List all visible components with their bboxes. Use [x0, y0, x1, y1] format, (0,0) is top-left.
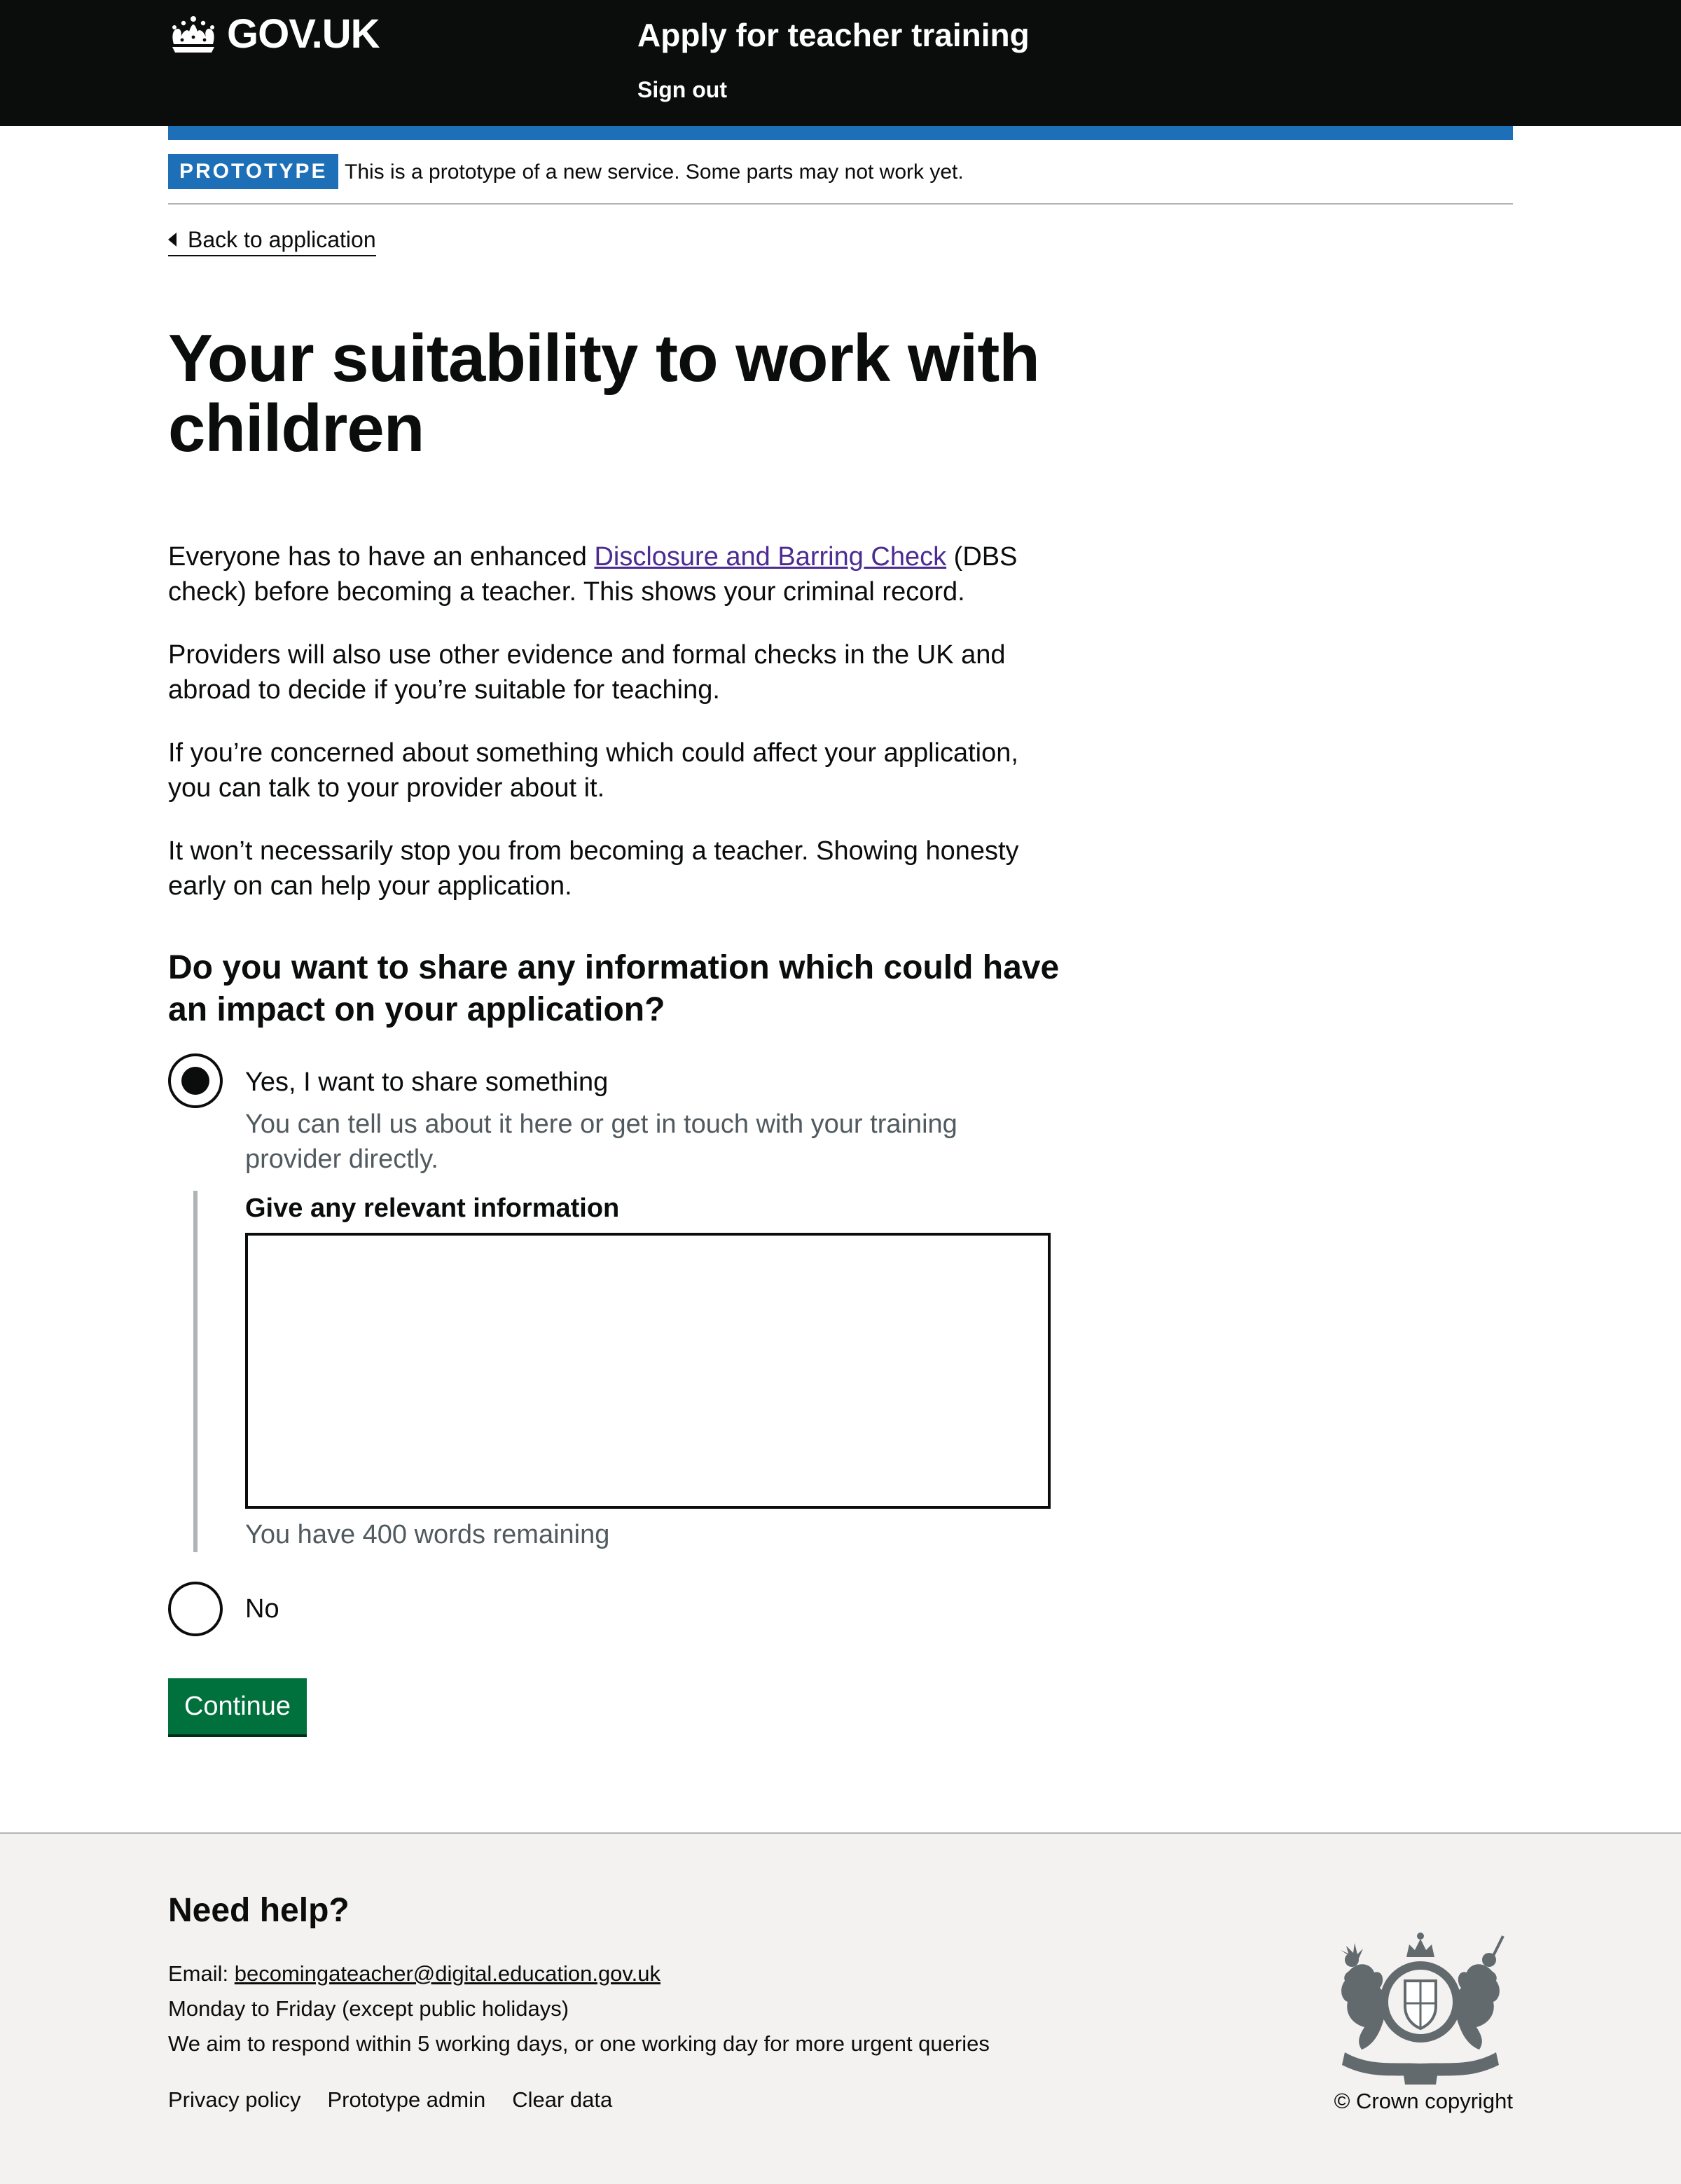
footer-email-label: Email: — [168, 1961, 235, 1986]
phase-banner-text: This is a prototype of a new service. So… — [345, 160, 964, 184]
prototype-admin-link[interactable]: Prototype admin — [328, 2086, 486, 2114]
back-link[interactable]: Back to application — [168, 224, 376, 256]
radio-yes[interactable] — [168, 1053, 223, 1108]
radio-no[interactable] — [168, 1582, 223, 1636]
question-legend: Do you want to share any information whi… — [168, 949, 1060, 1028]
intro-p1-before: Everyone has to have an enhanced — [168, 542, 595, 572]
footer-email-line: Email: becomingateacher@digital.educatio… — [168, 1960, 660, 1988]
clear-data-link[interactable]: Clear data — [512, 2086, 612, 2114]
phase-banner: PROTOTYPE This is a prototype of a new s… — [168, 154, 1513, 205]
conditional-reveal-border — [193, 1191, 198, 1552]
sign-out-link[interactable]: Sign out — [637, 76, 727, 104]
crown-copyright-link[interactable]: © Crown copyright — [1334, 2087, 1513, 2115]
chevron-left-icon — [168, 233, 177, 247]
intro-paragraph-honesty: It won’t necessarily stop you from becom… — [168, 836, 1019, 901]
intro-paragraph-concerns: If you’re concerned about something whic… — [168, 738, 1018, 803]
intro-paragraph-dbs: Everyone has to have an enhanced Disclos… — [168, 539, 1065, 609]
logo-text: GOV.UK — [227, 11, 380, 57]
back-link-label: Back to application — [188, 227, 376, 252]
royal-coat-of-arms-icon — [1341, 1933, 1504, 2085]
service-name-link[interactable]: Apply for teacher training — [637, 13, 1030, 57]
crown-icon — [172, 16, 214, 53]
radio-yes-hint: You can tell us about it here or get in … — [245, 1110, 957, 1174]
page-title: Your suitability to work with children — [168, 321, 1040, 466]
radio-yes-selected-dot — [181, 1067, 209, 1095]
radio-no-label[interactable]: No — [245, 1591, 279, 1626]
footer-links: Privacy policy Prototype admin Clear dat… — [168, 2086, 612, 2114]
footer-response-time: We aim to respond within 5 working days,… — [168, 2031, 990, 2056]
footer-hours: Monday to Friday (except public holidays… — [168, 1996, 569, 2021]
dbs-check-link[interactable]: Disclosure and Barring Check — [594, 542, 946, 572]
word-count-message: You have 400 words remaining — [245, 1520, 610, 1549]
header-blue-bar — [168, 126, 1513, 140]
radio-yes-label[interactable]: Yes, I want to share something — [245, 1065, 608, 1100]
site-header: GOV.UK Apply for teacher training Sign o… — [0, 0, 1681, 126]
govuk-logo-link[interactable]: GOV.UK — [168, 10, 380, 59]
privacy-policy-link[interactable]: Privacy policy — [168, 2086, 301, 2114]
intro-paragraph-evidence: Providers will also use other evidence a… — [168, 640, 1006, 705]
relevant-information-label: Give any relevant information — [245, 1194, 620, 1223]
site-footer: Need help? Email: becomingateacher@digit… — [0, 1832, 1681, 2184]
phase-tag: PROTOTYPE — [168, 154, 339, 189]
footer-heading: Need help? — [168, 1892, 350, 1929]
footer-email-link[interactable]: becomingateacher@digital.education.gov.u… — [235, 1961, 660, 1986]
relevant-information-textarea[interactable] — [245, 1233, 1051, 1509]
continue-button[interactable]: Continue — [168, 1678, 307, 1734]
